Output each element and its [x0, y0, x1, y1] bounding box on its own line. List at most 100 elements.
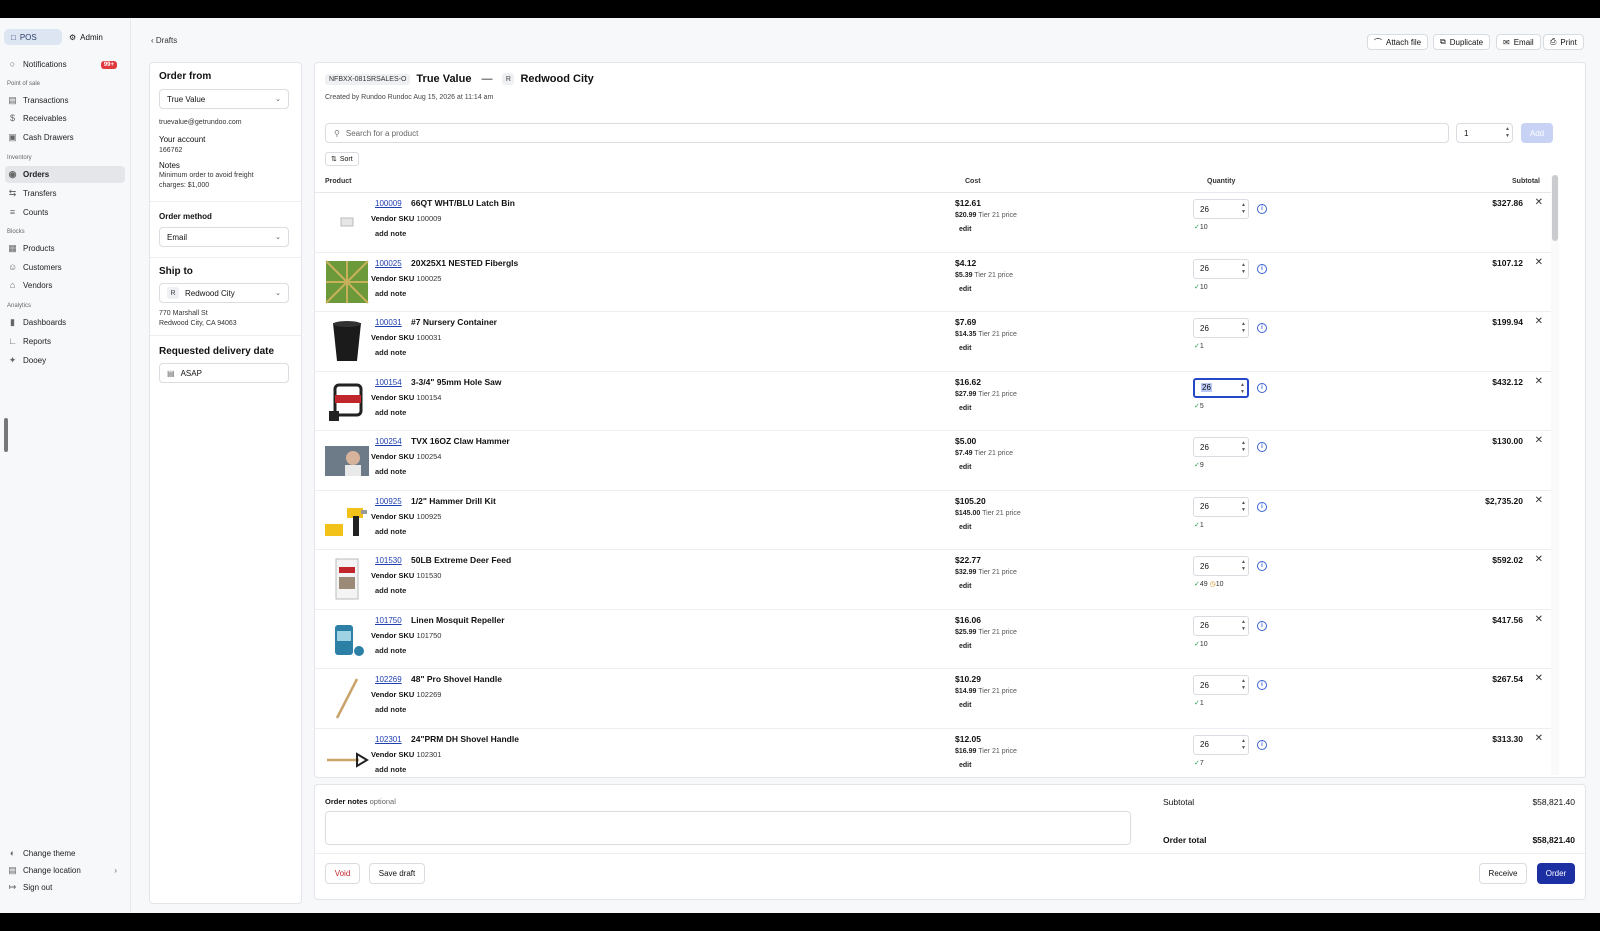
duplicate-button[interactable]: ⧉ Duplicate — [1433, 34, 1491, 50]
scrollbar-thumb[interactable] — [1552, 175, 1558, 241]
quantity-stepper[interactable]: ▲ ▼ — [1241, 678, 1246, 692]
remove-line-icon[interactable]: ✕ — [1535, 614, 1543, 625]
quantity-input[interactable]: 26 ▲ ▼ — [1193, 675, 1249, 695]
add-note-link[interactable]: add note — [375, 229, 406, 238]
table-scrollbar[interactable] — [1551, 175, 1559, 775]
add-note-link[interactable]: add note — [375, 765, 406, 774]
product-sku-link[interactable]: 100025 — [375, 259, 402, 268]
product-sku-link[interactable]: 102301 — [375, 735, 402, 744]
sidebar-item-customers[interactable]: ☺ Customers — [5, 259, 125, 276]
remove-line-icon[interactable]: ✕ — [1535, 197, 1543, 208]
chevron-down-icon[interactable]: ▼ — [1241, 626, 1246, 633]
chevron-down-icon[interactable]: ▼ — [1241, 745, 1246, 752]
quantity-input[interactable]: 26 ▲ ▼ — [1193, 377, 1249, 398]
print-button[interactable]: ⎙ Print — [1543, 34, 1584, 50]
product-sku-link[interactable]: 100009 — [375, 199, 402, 208]
back-to-drafts-link[interactable]: ‹ Drafts — [151, 36, 177, 45]
edit-cost-link[interactable]: edit — [959, 583, 971, 590]
chevron-down-icon[interactable]: ▼ — [1241, 209, 1246, 216]
product-search-input[interactable]: ⚲ Search for a product — [325, 123, 1449, 143]
chevron-down-icon[interactable]: ▼ — [1241, 685, 1246, 692]
chevron-up-icon[interactable]: ▲ — [1241, 559, 1246, 566]
add-note-link[interactable]: add note — [375, 705, 406, 714]
info-icon[interactable]: i — [1257, 561, 1267, 571]
sidebar-item-vendors[interactable]: ⌂ Vendors — [5, 277, 125, 294]
attach-file-button[interactable]: ⌒ Attach file — [1367, 34, 1429, 50]
quantity-input[interactable]: 26 ▲ ▼ — [1193, 615, 1249, 636]
sidebar-item-change-theme[interactable]: ◐ Change theme — [5, 845, 125, 862]
quantity-input[interactable]: 26 ▲ ▼ — [1193, 318, 1249, 338]
receive-button[interactable]: Receive — [1479, 863, 1527, 884]
quantity-stepper[interactable]: ▲ ▼ — [1240, 382, 1245, 396]
edit-cost-link[interactable]: edit — [959, 643, 971, 650]
product-sku-link[interactable]: 100925 — [375, 497, 402, 506]
chevron-down-icon[interactable]: ▼ — [1240, 389, 1245, 396]
admin-tab[interactable]: ⚙ Admin — [62, 29, 110, 45]
quantity-stepper[interactable]: ▲ ▼ — [1241, 440, 1246, 454]
product-sku-link[interactable]: 101530 — [375, 556, 402, 565]
chevron-down-icon[interactable]: ▼ — [1241, 269, 1246, 276]
delivery-date-picker[interactable]: ▤ ASAP — [159, 363, 289, 383]
chevron-down-icon[interactable]: ▼ — [1505, 133, 1510, 140]
sidebar-item-dashboards[interactable]: ▮ Dashboards — [5, 314, 125, 331]
info-icon[interactable]: i — [1257, 501, 1267, 512]
add-quantity-input[interactable]: 1 ▲ ▼ — [1456, 123, 1513, 143]
void-button[interactable]: Void — [325, 863, 360, 884]
quantity-stepper[interactable]: ▲ ▼ — [1241, 202, 1246, 216]
save-draft-button[interactable]: Save draft — [369, 863, 425, 884]
info-icon[interactable]: i — [1257, 382, 1267, 393]
sidebar-item-dooey[interactable]: ✦ Dooey — [5, 352, 125, 369]
remove-line-icon[interactable]: ✕ — [1535, 673, 1543, 684]
chevron-down-icon[interactable]: ▼ — [1241, 447, 1246, 454]
ship-to-select[interactable]: R Redwood City ⌄ — [159, 283, 289, 303]
edit-cost-link[interactable]: edit — [959, 345, 971, 352]
chevron-down-icon[interactable]: ▼ — [1241, 507, 1246, 514]
quantity-input[interactable]: 26 ▲ ▼ — [1193, 496, 1249, 517]
quantity-input[interactable]: 26 ▲ ▼ — [1193, 437, 1249, 457]
order-method-select[interactable]: Email ⌄ — [159, 227, 289, 247]
product-sku-link[interactable]: 100254 — [375, 437, 402, 446]
sidebar-item-products[interactable]: ▦ Products — [5, 240, 125, 257]
add-note-link[interactable]: add note — [375, 289, 406, 298]
quantity-stepper[interactable]: ▲ ▼ — [1505, 126, 1510, 140]
quantity-stepper[interactable]: ▲ ▼ — [1241, 500, 1246, 514]
quantity-input[interactable]: 26 ▲ ▼ — [1193, 258, 1249, 279]
info-icon[interactable]: i — [1257, 739, 1267, 750]
sidebar-item-change-location[interactable]: ▤ Change location › — [5, 862, 125, 879]
sidebar-item-reports[interactable]: ∟ Reports — [5, 333, 125, 350]
remove-line-icon[interactable]: ✕ — [1535, 435, 1543, 446]
add-note-link[interactable]: add note — [375, 348, 406, 357]
sidebar-item-sign-out[interactable]: ↦ Sign out — [5, 879, 125, 896]
info-icon[interactable]: i — [1257, 442, 1267, 452]
email-button[interactable]: ✉ Email — [1496, 34, 1541, 50]
add-note-link[interactable]: add note — [375, 646, 406, 655]
chevron-up-icon[interactable]: ▲ — [1240, 382, 1245, 389]
quantity-stepper[interactable]: ▲ ▼ — [1241, 559, 1246, 573]
remove-line-icon[interactable]: ✕ — [1535, 733, 1543, 744]
remove-line-icon[interactable]: ✕ — [1535, 376, 1543, 387]
chevron-up-icon[interactable]: ▲ — [1505, 126, 1510, 133]
chevron-up-icon[interactable]: ▲ — [1241, 738, 1246, 745]
sort-button[interactable]: ⇅ Sort — [325, 152, 359, 166]
vendor-select[interactable]: True Value ⌄ — [159, 89, 289, 109]
remove-line-icon[interactable]: ✕ — [1535, 316, 1543, 327]
edit-cost-link[interactable]: edit — [959, 405, 971, 412]
product-sku-link[interactable]: 100031 — [375, 318, 402, 327]
order-notes-textarea[interactable] — [325, 811, 1131, 845]
chevron-up-icon[interactable]: ▲ — [1241, 321, 1246, 328]
quantity-input[interactable]: 26 ▲ ▼ — [1193, 734, 1249, 755]
remove-line-icon[interactable]: ✕ — [1535, 554, 1543, 565]
edit-cost-link[interactable]: edit — [959, 702, 971, 709]
edit-cost-link[interactable]: edit — [959, 226, 971, 233]
sidebar-item-receivables[interactable]: $ Receivables — [5, 110, 125, 127]
edit-cost-link[interactable]: edit — [959, 762, 971, 769]
info-icon[interactable]: i — [1257, 204, 1267, 214]
quantity-stepper[interactable]: ▲ ▼ — [1241, 262, 1246, 276]
add-note-link[interactable]: add note — [375, 527, 406, 536]
edit-cost-link[interactable]: edit — [959, 464, 971, 471]
info-icon[interactable]: i — [1257, 680, 1267, 690]
edit-cost-link[interactable]: edit — [959, 286, 971, 293]
chevron-up-icon[interactable]: ▲ — [1241, 440, 1246, 447]
sidebar-item-notifications[interactable]: ○ Notifications 99+ — [5, 56, 125, 73]
chevron-up-icon[interactable]: ▲ — [1241, 500, 1246, 507]
